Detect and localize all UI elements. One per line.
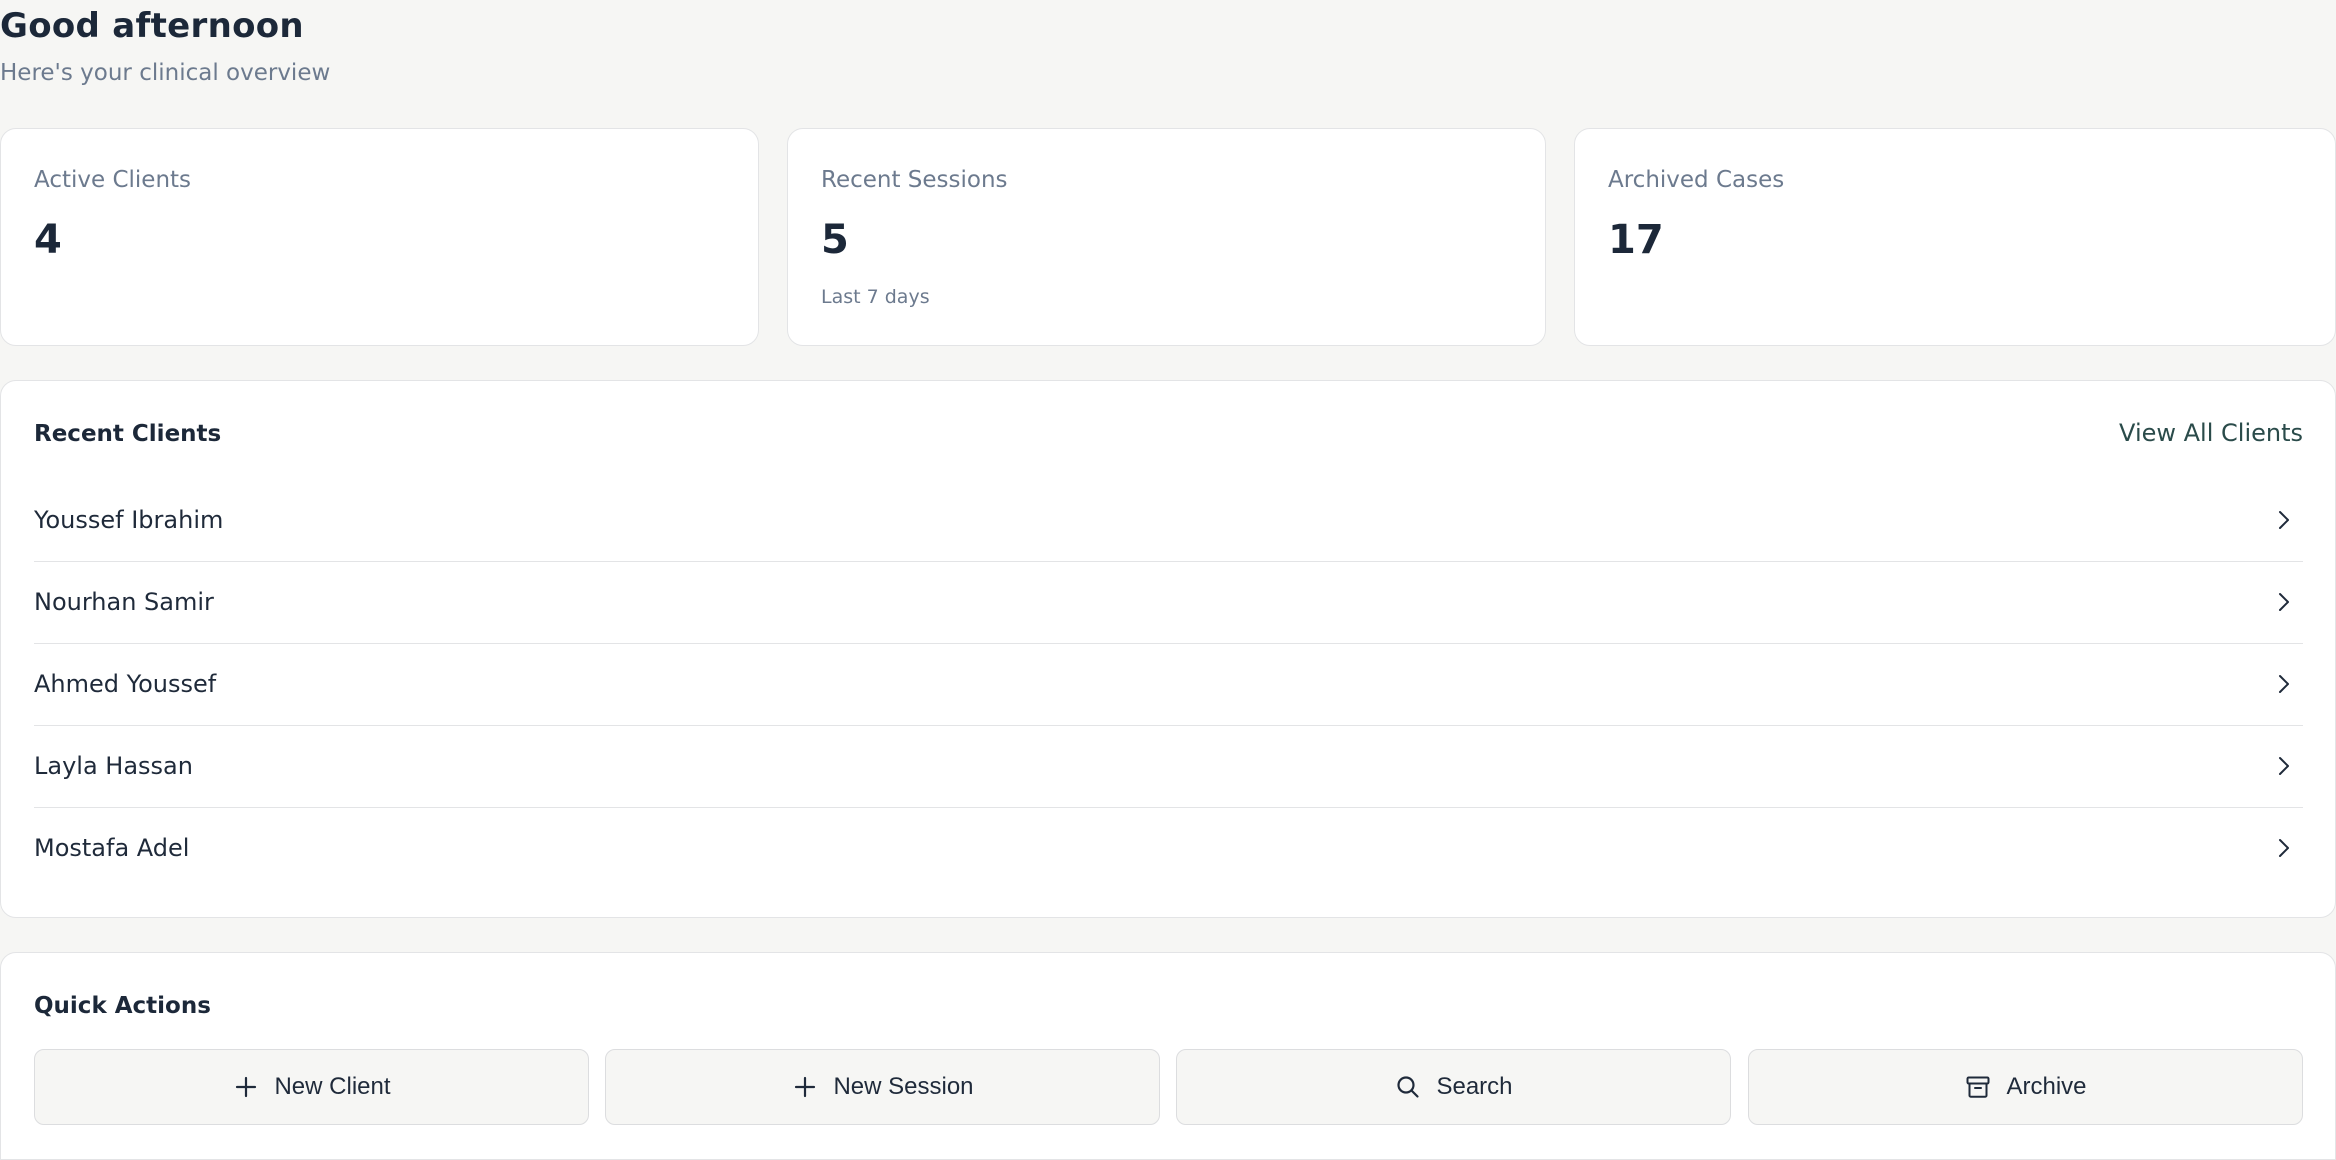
client-row[interactable]: Youssef Ibrahim bbox=[34, 480, 2303, 562]
page-title: Good afternoon bbox=[0, 6, 304, 46]
client-name: Mostafa Adel bbox=[34, 834, 190, 862]
chevron-right-icon bbox=[2279, 593, 2289, 611]
client-name: Youssef Ibrahim bbox=[34, 506, 224, 534]
chevron-right-icon bbox=[2279, 675, 2289, 693]
chevron-right-icon bbox=[2279, 839, 2289, 857]
new-session-button[interactable]: New Session bbox=[605, 1049, 1160, 1125]
new-session-label: New Session bbox=[833, 1073, 974, 1100]
client-name: Nourhan Samir bbox=[34, 588, 214, 616]
client-list: Youssef Ibrahim Nourhan Samir Ahmed Yous… bbox=[34, 480, 2303, 889]
stat-card-active-clients: Active Clients 4 bbox=[0, 128, 759, 346]
quick-actions-grid: New Client New Session Search Archive bbox=[34, 1049, 2303, 1125]
client-name: Layla Hassan bbox=[34, 752, 193, 780]
client-row[interactable]: Mostafa Adel bbox=[34, 808, 2303, 889]
page-subtitle: Here's your clinical overview bbox=[0, 60, 331, 86]
stat-label: Recent Sessions bbox=[821, 167, 1008, 193]
stat-value: 4 bbox=[34, 217, 62, 263]
archive-icon bbox=[1966, 1076, 1990, 1098]
search-button[interactable]: Search bbox=[1176, 1049, 1731, 1125]
stat-value: 17 bbox=[1608, 217, 1664, 263]
stat-note: Last 7 days bbox=[821, 286, 930, 308]
stat-label: Active Clients bbox=[34, 167, 192, 193]
view-all-clients-link[interactable]: View All Clients bbox=[2119, 419, 2303, 447]
stat-value: 5 bbox=[821, 217, 849, 263]
search-label: Search bbox=[1436, 1073, 1513, 1100]
archive-label: Archive bbox=[2006, 1073, 2087, 1100]
archive-button[interactable]: Archive bbox=[1748, 1049, 2303, 1125]
stat-card-recent-sessions: Recent Sessions 5 Last 7 days bbox=[787, 128, 1546, 346]
quick-actions-title: Quick Actions bbox=[34, 993, 211, 1019]
client-name: Ahmed Youssef bbox=[34, 670, 217, 698]
recent-clients-title: Recent Clients bbox=[34, 421, 222, 447]
stats-row: Active Clients 4 Recent Sessions 5 Last … bbox=[0, 128, 2336, 348]
search-icon bbox=[1397, 1076, 1420, 1098]
chevron-right-icon bbox=[2279, 757, 2289, 775]
chevron-right-icon bbox=[2279, 511, 2289, 529]
quick-actions-panel: Quick Actions New Client New Session Sea… bbox=[0, 952, 2336, 1160]
stat-label: Archived Cases bbox=[1608, 167, 1785, 193]
stat-card-archived-cases: Archived Cases 17 bbox=[1574, 128, 2336, 346]
plus-icon bbox=[236, 1076, 257, 1098]
dashboard-page: Good afternoon Here's your clinical over… bbox=[0, 0, 2336, 1160]
client-row[interactable]: Nourhan Samir bbox=[34, 562, 2303, 644]
client-row[interactable]: Ahmed Youssef bbox=[34, 644, 2303, 726]
plus-icon bbox=[795, 1076, 816, 1098]
new-client-button[interactable]: New Client bbox=[34, 1049, 589, 1125]
new-client-label: New Client bbox=[274, 1073, 391, 1100]
recent-clients-panel: Recent Clients View All Clients Youssef … bbox=[0, 380, 2336, 918]
client-row[interactable]: Layla Hassan bbox=[34, 726, 2303, 808]
